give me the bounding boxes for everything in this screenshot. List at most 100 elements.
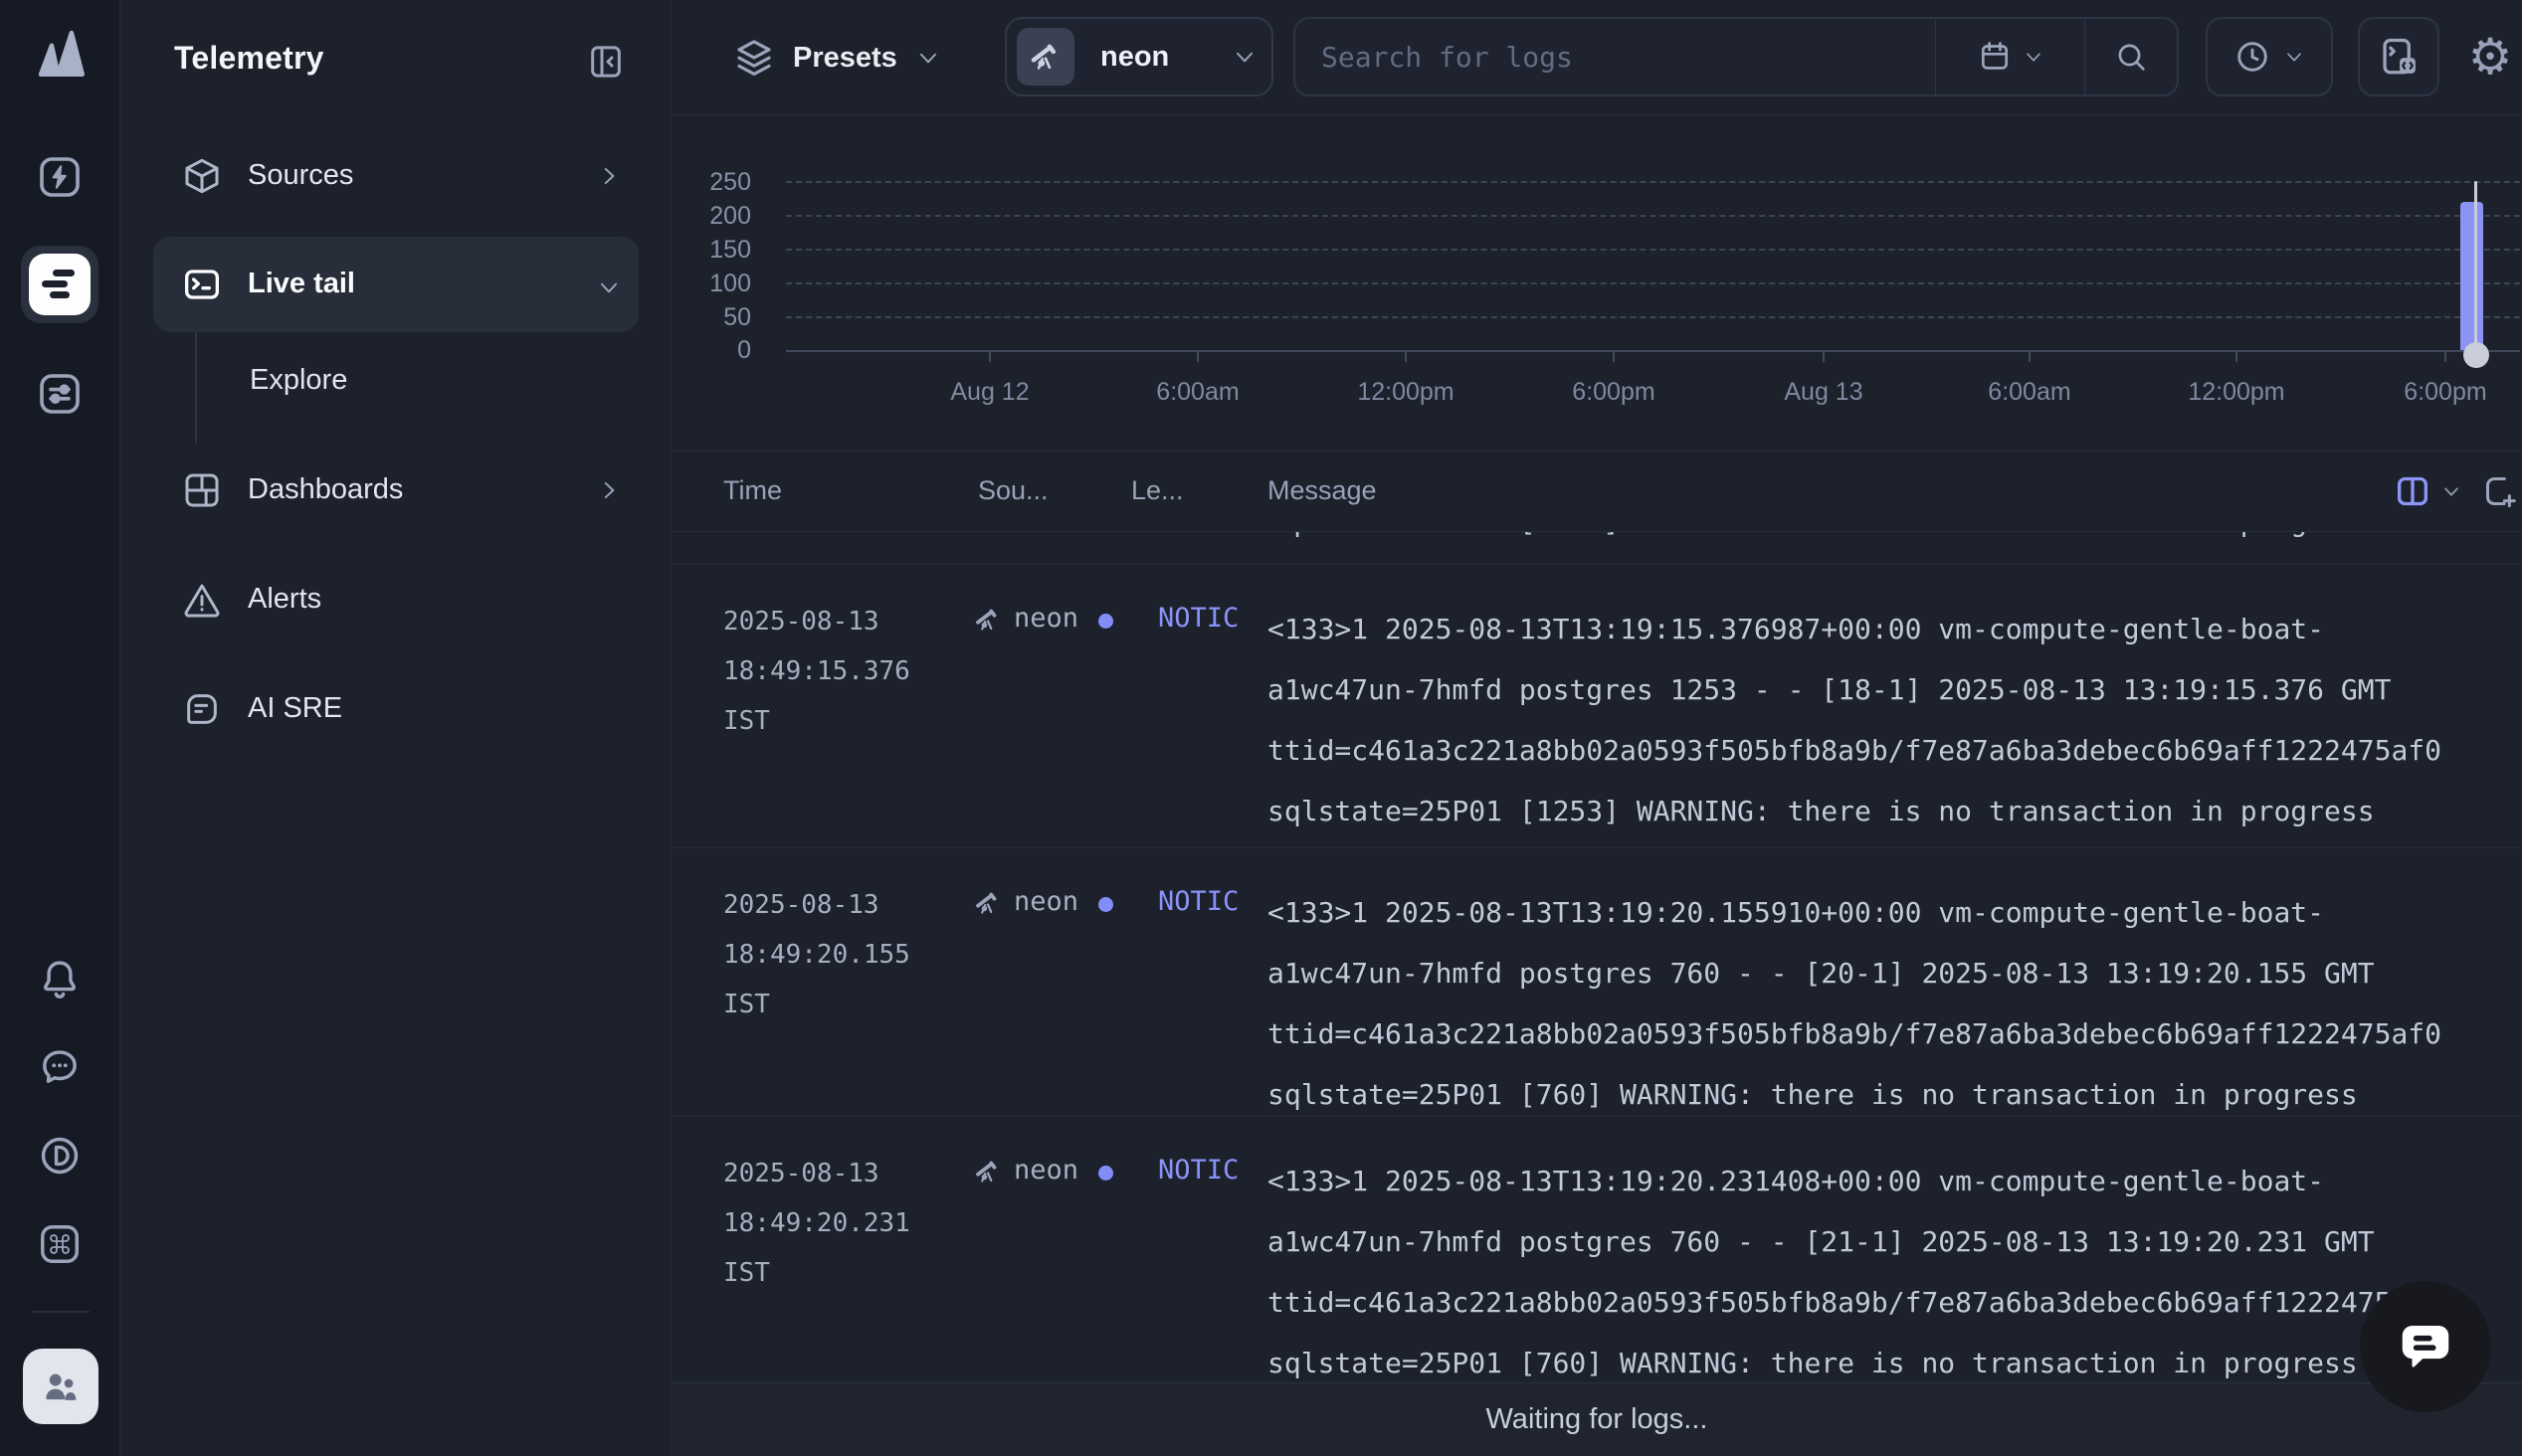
log-search-group [1293,17,2179,96]
x-tick-label: 12:00pm [1336,378,1475,407]
y-tick-label: 200 [672,202,751,231]
user-avatar[interactable]: DR [23,1349,98,1424]
add-column-icon[interactable] [2480,471,2520,511]
logs-nav-active[interactable] [21,246,98,323]
log-timestamp: 2025-08-1318:49:15.376IST [723,597,910,746]
alert-triangle-icon [182,580,222,625]
run-search-button[interactable] [2084,19,2177,94]
log-table-header: Time Sou... Le... Message [672,451,2522,532]
log-timestamp: 2025-08-1318:49:20.231IST [723,1149,910,1298]
log-source: neon [1014,1155,1078,1185]
clock-icon [2233,38,2271,76]
x-tick-label: 6:00pm [2376,378,2515,407]
gridline [786,215,2520,217]
telescope-icon [973,605,1003,639]
x-tick [989,352,991,362]
x-tick [1613,352,1615,362]
chat-dots-icon[interactable] [37,1044,83,1090]
column-header-message[interactable]: Message [1267,475,1377,506]
column-header-source[interactable]: Sou... [978,475,1049,506]
log-count-bar[interactable] [2460,202,2483,350]
gridline [786,181,2520,183]
log-row[interactable]: 2025-08-1318:49:20.231IST neon NOTIC <13… [672,1117,2522,1375]
clipped-log-row[interactable]: sqlstate=25P01 [1253] WARNING: there is … [672,532,2522,565]
sidebar-item-ai-sre[interactable]: AI SRE [248,692,342,725]
time-scrubber-handle[interactable] [2463,342,2489,368]
log-message: <133>1 2025-08-13T13:19:15.376987+00:00 … [1267,599,2520,841]
time-scrubber-line [2474,181,2477,356]
column-header-level[interactable]: Le... [1131,475,1184,506]
telescope-icon [973,1157,1003,1191]
chat-bubble-icon [2395,1316,2456,1377]
chevron-right-icon[interactable] [596,163,622,194]
sidebar-item-alerts[interactable]: Alerts [248,583,321,616]
chat-support-button[interactable] [2360,1281,2491,1412]
telescope-icon [1017,28,1074,86]
x-tick-label: 12:00pm [2167,378,2306,407]
chevron-down-icon[interactable] [2440,480,2462,502]
log-lines-icon [29,254,91,315]
source-select[interactable]: neon [1005,17,1273,96]
log-list: sqlstate=25P01 [1253] WARNING: there is … [672,532,2522,1375]
chevron-down-icon [2023,46,2044,68]
brand-logo-icon[interactable] [30,24,92,82]
terminal-icon [182,265,222,309]
sidebar-item-sources[interactable]: Sources [248,159,353,192]
x-tick [2235,352,2237,362]
log-source: neon [1014,886,1078,917]
log-volume-chart: 250 200 150 100 50 0 Aug 12 6:00am 12:00… [672,115,2522,451]
x-tick-label: Aug 13 [1754,378,1893,407]
level-dot [1098,614,1113,629]
level-dot [1098,897,1113,912]
level-dot [1098,1166,1113,1181]
x-axis-line [786,350,2520,352]
bell-icon[interactable] [37,957,83,1002]
time-range-button[interactable] [2206,17,2333,96]
x-tick-label: 6:00pm [1544,378,1683,407]
chevron-down-icon[interactable] [596,274,622,305]
rail-divider [32,1311,90,1313]
log-source: neon [1014,603,1078,634]
dashboard-grid-icon [182,470,222,515]
status-bar: Waiting for logs... [672,1382,2522,1456]
sidebar-item-live-tail[interactable] [153,237,639,332]
telescope-icon [973,888,1003,923]
y-tick-label: 50 [672,303,751,332]
y-tick-label: 100 [672,270,751,298]
console-panel-icon [2377,35,2421,79]
log-level: NOTIC [1158,886,1239,917]
sidebar-item-live-tail-label[interactable]: Live tail [248,268,355,300]
collapse-sidebar-icon[interactable] [586,42,626,87]
column-header-time[interactable]: Time [723,475,782,506]
log-row[interactable]: 2025-08-1318:49:15.376IST neon NOTIC <13… [672,565,2522,848]
settings-gear-icon[interactable]: ⚙ [2462,17,2518,96]
log-level: NOTIC [1158,603,1239,634]
telemetry-app: DR Telemetry Sources Live tail Explore D… [0,0,2522,1456]
contrast-theme-icon[interactable] [37,1133,83,1179]
sidebar-item-explore[interactable]: Explore [250,364,347,397]
message-square-icon [182,689,222,734]
sidebar-item-dashboards[interactable]: Dashboards [248,473,403,506]
columns-layout-icon[interactable] [2393,471,2432,511]
presets-dropdown[interactable]: Presets [733,16,941,99]
topbar: Presets neon [672,0,2522,115]
presets-label: Presets [793,42,897,75]
app-rail: DR [0,0,120,1456]
chevron-right-icon[interactable] [596,477,622,508]
gridline [786,316,2520,318]
y-tick-label: 0 [672,336,751,365]
saved-search-dropdown[interactable] [1935,19,2084,94]
log-row[interactable]: 2025-08-1318:49:20.155IST neon NOTIC <13… [672,848,2522,1117]
x-tick-label: 6:00am [1128,378,1267,407]
waiting-status-text: Waiting for logs... [1486,1403,1708,1436]
activity-nav-icon[interactable] [36,153,84,201]
cube-icon [182,156,222,201]
command-shortcuts-icon[interactable] [37,1221,83,1267]
x-tick-label: 6:00am [1960,378,2099,407]
search-icon [2113,39,2149,75]
search-input[interactable] [1295,19,1935,94]
controls-nav-icon[interactable] [36,370,84,418]
layers-icon [733,37,775,79]
log-timestamp: 2025-08-1318:49:20.155IST [723,880,910,1029]
console-view-button[interactable] [2358,17,2439,96]
